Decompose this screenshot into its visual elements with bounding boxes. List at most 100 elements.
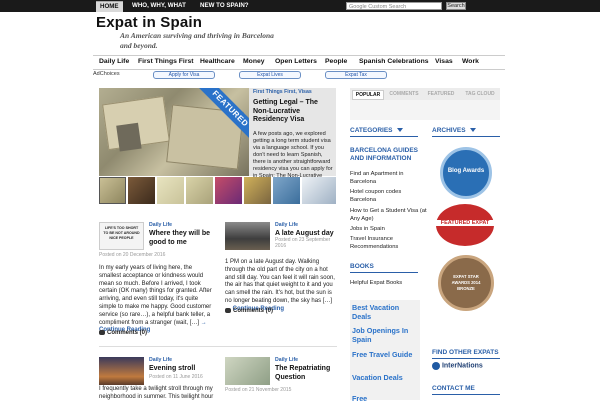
- post-category[interactable]: Daily Life: [275, 357, 298, 363]
- chevron-down-icon: [396, 128, 403, 133]
- tab-featured[interactable]: FEATURED: [424, 90, 458, 98]
- post-excerpt: In my early years of living here, the sm…: [99, 265, 212, 334]
- featured-thumbnails: [99, 177, 336, 204]
- books-heading: BOOKS: [350, 263, 374, 270]
- search-button[interactable]: Search: [446, 2, 466, 10]
- blog-awards-badge[interactable]: Blog Awards: [440, 147, 492, 199]
- tab-popular[interactable]: POPULAR: [352, 90, 384, 100]
- thumbnail-4[interactable]: [186, 177, 213, 204]
- ad-apply-visa-button[interactable]: Apply for Visa: [153, 71, 215, 79]
- find-other-expats-heading: FIND OTHER EXPATS: [432, 349, 499, 356]
- nav-money[interactable]: Money: [243, 58, 265, 65]
- thumbnail-7[interactable]: [273, 177, 300, 204]
- tab-home[interactable]: HOME: [96, 1, 123, 12]
- nav-spanish-celebrations[interactable]: Spanish Celebrations: [359, 58, 429, 65]
- nav-daily-life[interactable]: Daily Life: [99, 58, 129, 65]
- chevron-down-icon: [469, 128, 476, 133]
- globe-icon: [432, 362, 440, 370]
- books-link[interactable]: Helpful Expat Books: [350, 280, 402, 288]
- thumbnail-1[interactable]: [99, 177, 126, 204]
- post-where-they-will-be-good: LIFE'S TOO SHORT TO BE NOT AROUND NICE P…: [99, 222, 214, 342]
- post-image-repatriating[interactable]: [225, 357, 270, 385]
- nav-first-things-first[interactable]: First Things First: [138, 58, 194, 65]
- sidebar-tabs: POPULAR COMMENTS FEATURED TAG CLOUD: [350, 88, 500, 100]
- guides-heading: BARCELONA GUIDES AND INFORMATION: [350, 147, 419, 162]
- post-excerpt: 1 PM on a late August day. Walking throu…: [225, 259, 335, 312]
- guide-link-travel-insurance[interactable]: Travel Insurance Recommendations: [350, 236, 425, 251]
- post-repatriating-question: Daily Life The Repatriating Question Pos…: [225, 357, 337, 400]
- sidebar-tab-content: [350, 100, 500, 120]
- sponsored-link-vacation-deals[interactable]: Vacation Deals: [352, 373, 414, 383]
- sponsored-link-free[interactable]: Free: [352, 394, 414, 404]
- search-input[interactable]: Google Custom Search: [346, 2, 442, 10]
- nav-work[interactable]: Work: [462, 58, 479, 65]
- sponsored-link-vacation[interactable]: Best Vacation Deals: [352, 303, 414, 321]
- post-divider: [99, 346, 337, 347]
- ad-expat-tax-button[interactable]: Expat Tax: [325, 71, 387, 79]
- post-title[interactable]: The Repatriating Question: [275, 365, 345, 382]
- books-underline: [350, 272, 418, 273]
- contact-underline: [432, 394, 500, 395]
- thumbnail-5[interactable]: [215, 177, 242, 204]
- nav-people[interactable]: People: [325, 58, 347, 65]
- featured-category[interactable]: First Things First, Visas: [253, 89, 335, 95]
- sponsored-link-travel-guide[interactable]: Free Travel Guide: [352, 350, 414, 360]
- post-meta: Posted on 21 November 2015: [225, 387, 292, 393]
- site-tagline: An American surviving and thriving in Ba…: [120, 31, 274, 50]
- post-image-street[interactable]: [225, 222, 270, 250]
- thumbnail-6[interactable]: [244, 177, 271, 204]
- guide-link-hotel[interactable]: Hotel coupon codes Barcelona: [350, 189, 425, 204]
- featured-image[interactable]: FEATURED: [99, 88, 249, 176]
- visa-card-image: [102, 95, 170, 152]
- comment-icon: [225, 308, 231, 313]
- contact-me-heading: CONTACT ME: [432, 385, 475, 392]
- post-meta: Posted on 23 September 2016: [275, 237, 331, 249]
- comments-link[interactable]: Comments (0): [225, 308, 273, 314]
- top-nav-bar: HOME WHO, WHY, WHAT NEW TO SPAIN? Google…: [0, 0, 600, 12]
- categories-dropdown[interactable]: CATEGORIES: [350, 127, 403, 134]
- thumbnail-2[interactable]: [128, 177, 155, 204]
- archives-dropdown[interactable]: ARCHIVES: [432, 127, 476, 134]
- post-meta: Posted on 20 December 2016: [99, 252, 166, 258]
- sponsored-link-jobs[interactable]: Job Openings In Spain: [352, 326, 414, 344]
- thumbnail-3[interactable]: [157, 177, 184, 204]
- nav-visas[interactable]: Visas: [435, 58, 453, 65]
- comments-link[interactable]: Comments (0): [99, 330, 147, 336]
- ad-row: AdChoices Apply for Visa Expat Lives Exp…: [93, 71, 505, 79]
- post-late-august-day: Daily Life A late August day Posted on 2…: [225, 222, 337, 342]
- nav-healthcare[interactable]: Healthcare: [200, 58, 235, 65]
- tab-new-to-spain[interactable]: NEW TO SPAIN?: [196, 1, 253, 11]
- thumbnail-8[interactable]: [302, 177, 336, 204]
- internations-logo[interactable]: InterNations: [432, 362, 500, 372]
- featured-post: FEATURED First Things First, Visas Getti…: [99, 88, 336, 179]
- post-category[interactable]: Daily Life: [275, 222, 298, 228]
- post-title[interactable]: Evening stroll: [149, 365, 219, 374]
- post-meta: Posted on 11 June 2016: [149, 374, 203, 380]
- tab-who-why-what[interactable]: WHO, WHY, WHAT: [128, 1, 190, 11]
- post-title[interactable]: Where they will be good to me: [149, 230, 219, 247]
- expat-star-awards-badge[interactable]: EXPAT STAR AWARDS 2014 BRONZE: [438, 255, 494, 311]
- archives-underline: [432, 136, 500, 137]
- tab-tag-cloud[interactable]: TAG CLOUD: [462, 90, 498, 98]
- post-excerpt: I frequently take a twilight stroll thro…: [99, 386, 214, 400]
- main-nav: Daily Life First Things First Healthcare…: [93, 55, 505, 70]
- other-expats-underline: [432, 358, 500, 359]
- featured-expat-badge[interactable]: FEATURED EXPAT: [436, 204, 494, 246]
- categories-underline: [350, 136, 418, 137]
- post-category[interactable]: Daily Life: [149, 222, 172, 228]
- guide-link-jobs[interactable]: Jobs in Spain: [350, 226, 422, 234]
- post-evening-stroll: Daily Life Evening stroll Posted on 11 J…: [99, 357, 214, 400]
- adchoices-label[interactable]: AdChoices: [93, 71, 120, 77]
- nav-open-letters[interactable]: Open Letters: [275, 58, 317, 65]
- featured-title[interactable]: Getting Legal – The Non-Lucrative Reside…: [253, 99, 335, 125]
- post-image-quote[interactable]: LIFE'S TOO SHORT TO BE NOT AROUND NICE P…: [99, 222, 144, 250]
- guide-link-student-visa[interactable]: How to Get a Student Visa (at Any Age): [350, 208, 430, 223]
- ad-expat-lives-button[interactable]: Expat Lives: [239, 71, 301, 79]
- guide-link-apartment[interactable]: Find an Apartment in Barcelona: [350, 171, 422, 186]
- post-category[interactable]: Daily Life: [149, 357, 172, 363]
- post-image-evening[interactable]: [99, 357, 144, 385]
- site-title[interactable]: Expat in Spain: [96, 14, 202, 31]
- comment-icon: [99, 330, 105, 335]
- tab-comments[interactable]: COMMENTS: [386, 90, 422, 98]
- featured-excerpt: A few posts ago, we explored getting a l…: [253, 130, 333, 179]
